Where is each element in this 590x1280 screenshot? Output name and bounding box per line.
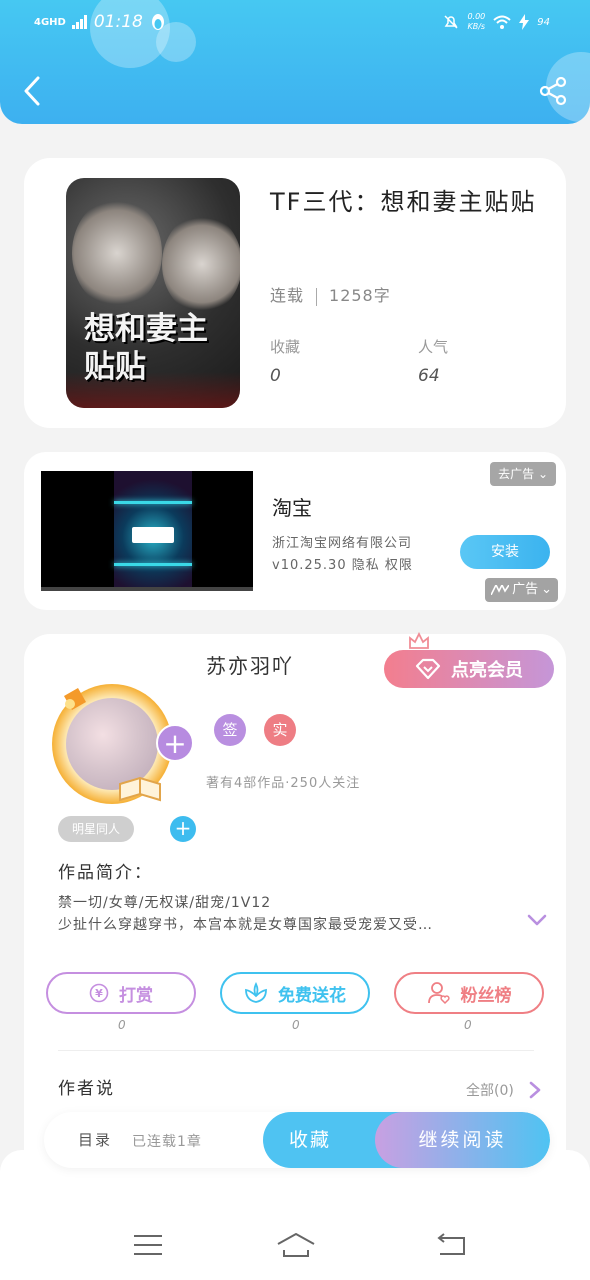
fan-rank-label: 粉丝榜 xyxy=(460,985,512,1006)
coin-icon: ¥ xyxy=(89,983,109,1003)
penguin-icon xyxy=(151,14,164,30)
word-count: 1258字 xyxy=(329,286,391,305)
chevron-down-icon: ⌄ xyxy=(537,467,548,481)
back-icon[interactable] xyxy=(434,1230,470,1260)
lamp-icon xyxy=(64,688,86,710)
ad-logo-icon xyxy=(491,585,510,595)
ad-phone-screen xyxy=(114,471,192,591)
ad-phone-dialog xyxy=(132,527,174,543)
book-meta: 连载 1258字 xyxy=(270,282,391,306)
ad-light-line xyxy=(114,501,192,504)
favorites-value: 0 xyxy=(270,366,281,386)
chevron-down-icon: ⌄ xyxy=(541,582,552,597)
book-cover[interactable]: 想和妻主贴贴 xyxy=(66,178,240,408)
book-info-card: 想和妻主贴贴 TF三代：想和妻主贴贴 连载 1258字 收藏 0 人气 64 xyxy=(24,158,566,428)
intro-text: 禁一切/女尊/无权谋/甜宠/1V12 少扯什么穿越穿书，本宫本就是女尊国家最受宠… xyxy=(58,892,508,936)
author-name[interactable]: 苏亦羽吖 xyxy=(206,650,294,679)
send-flower-button[interactable]: 免费送花 xyxy=(220,972,370,1014)
ad-tag-label: 广告 xyxy=(512,582,539,597)
home-icon[interactable] xyxy=(276,1230,316,1260)
clock: 01:18 xyxy=(93,12,143,32)
bottom-action-bar: 目录 已连载1章 收藏 继续阅读 xyxy=(44,1112,550,1168)
back-button[interactable] xyxy=(20,74,46,108)
mute-bell-icon xyxy=(444,15,458,29)
wifi-icon xyxy=(493,15,511,29)
author-avatar[interactable]: + xyxy=(52,684,194,804)
ad-app-name: 淘宝 xyxy=(272,496,312,520)
remove-ad-label: 去广告 xyxy=(498,467,535,481)
net-speed-value: 0.00 xyxy=(467,12,486,21)
toc-button[interactable]: 目录 xyxy=(78,1129,112,1150)
fan-rank-button[interactable]: 粉丝榜 xyxy=(394,972,544,1014)
signal-icon xyxy=(71,15,87,29)
ad-video[interactable] xyxy=(41,471,253,591)
author-says-all-link[interactable]: 全部(0) xyxy=(466,1080,514,1100)
cover-figure xyxy=(162,214,240,314)
popularity-label: 人气 xyxy=(418,338,449,356)
category-tag[interactable]: 明星同人 xyxy=(58,816,135,842)
ad-progress xyxy=(41,587,253,591)
ad-tag[interactable]: 广告 ⌄ xyxy=(485,578,558,602)
network-indicator: 4GHD xyxy=(34,16,66,28)
ad-card[interactable]: 去广告 ⌄ 淘宝 浙江淘宝网络有限公司 v10.25.30 隐私 权限 安装 广… xyxy=(24,452,566,610)
net-speed-unit: KB/s xyxy=(467,22,486,31)
author-stats: 著有4部作品·250人关注 xyxy=(206,776,361,791)
signed-badge: 签 xyxy=(214,714,246,746)
header: 4GHD 01:18 0.00 KB/s 94 xyxy=(0,0,590,124)
status-bar: 4GHD 01:18 0.00 KB/s 94 xyxy=(0,8,590,36)
fan-rank-count: 0 xyxy=(464,1018,472,1032)
toc-status[interactable]: 已连载1章 xyxy=(132,1131,202,1151)
popularity-value: 64 xyxy=(418,366,440,386)
intro-label: 作品简介： xyxy=(58,863,153,883)
ad-light-line xyxy=(114,563,192,566)
follow-plus-button[interactable]: + xyxy=(156,724,194,762)
book-title: TF三代：想和妻主贴贴 xyxy=(270,188,537,216)
divider xyxy=(58,1050,534,1051)
flower-count: 0 xyxy=(292,1018,300,1032)
ad-version-info[interactable]: v10.25.30 隐私 权限 xyxy=(272,554,413,573)
svg-text:¥: ¥ xyxy=(95,987,103,1000)
divider xyxy=(316,287,318,306)
author-card: + 苏亦羽吖 点亮会员 签 实 著有4部作品·250人关注 明星同人 + 作品简… xyxy=(24,632,566,1164)
diamond-icon xyxy=(415,658,441,680)
intro-line: 少扯什么穿越穿书，本宫本就是女尊国家最受宠爱又受… xyxy=(58,917,433,933)
chevron-right-icon[interactable] xyxy=(528,1080,542,1100)
vip-label: 点亮会员 xyxy=(451,660,523,681)
book-icon xyxy=(119,776,161,802)
reward-label: 打赏 xyxy=(119,985,153,1006)
reward-button[interactable]: ¥ 打赏 xyxy=(46,972,196,1014)
vip-button[interactable]: 点亮会员 xyxy=(384,650,554,688)
flower-icon xyxy=(245,982,267,1003)
cover-figure xyxy=(72,198,162,308)
send-flower-label: 免费送花 xyxy=(278,985,346,1006)
charging-icon xyxy=(519,14,530,30)
share-button[interactable] xyxy=(538,76,568,106)
cover-title: 想和妻主贴贴 xyxy=(84,311,208,385)
menu-icon[interactable] xyxy=(130,1230,166,1260)
crown-icon xyxy=(409,632,429,649)
system-nav-bar xyxy=(0,1150,590,1280)
verified-badge: 实 xyxy=(264,714,296,746)
intro-line: 禁一切/女尊/无权谋/甜宠/1V12 xyxy=(58,895,272,911)
book-status: 连载 xyxy=(270,286,305,305)
remove-ad-button[interactable]: 去广告 ⌄ xyxy=(490,462,556,486)
install-button[interactable]: 安装 xyxy=(460,535,550,569)
expand-chevron-icon[interactable] xyxy=(526,912,548,928)
reward-count: 0 xyxy=(118,1018,126,1032)
ad-company: 浙江淘宝网络有限公司 xyxy=(272,536,413,551)
add-tag-button[interactable]: + xyxy=(170,816,196,842)
user-heart-icon xyxy=(427,982,450,1005)
favorites-label: 收藏 xyxy=(270,338,301,356)
battery-level: 94 xyxy=(537,16,550,28)
author-says-label: 作者说 xyxy=(58,1079,115,1099)
continue-reading-button[interactable]: 继续阅读 xyxy=(375,1112,550,1168)
